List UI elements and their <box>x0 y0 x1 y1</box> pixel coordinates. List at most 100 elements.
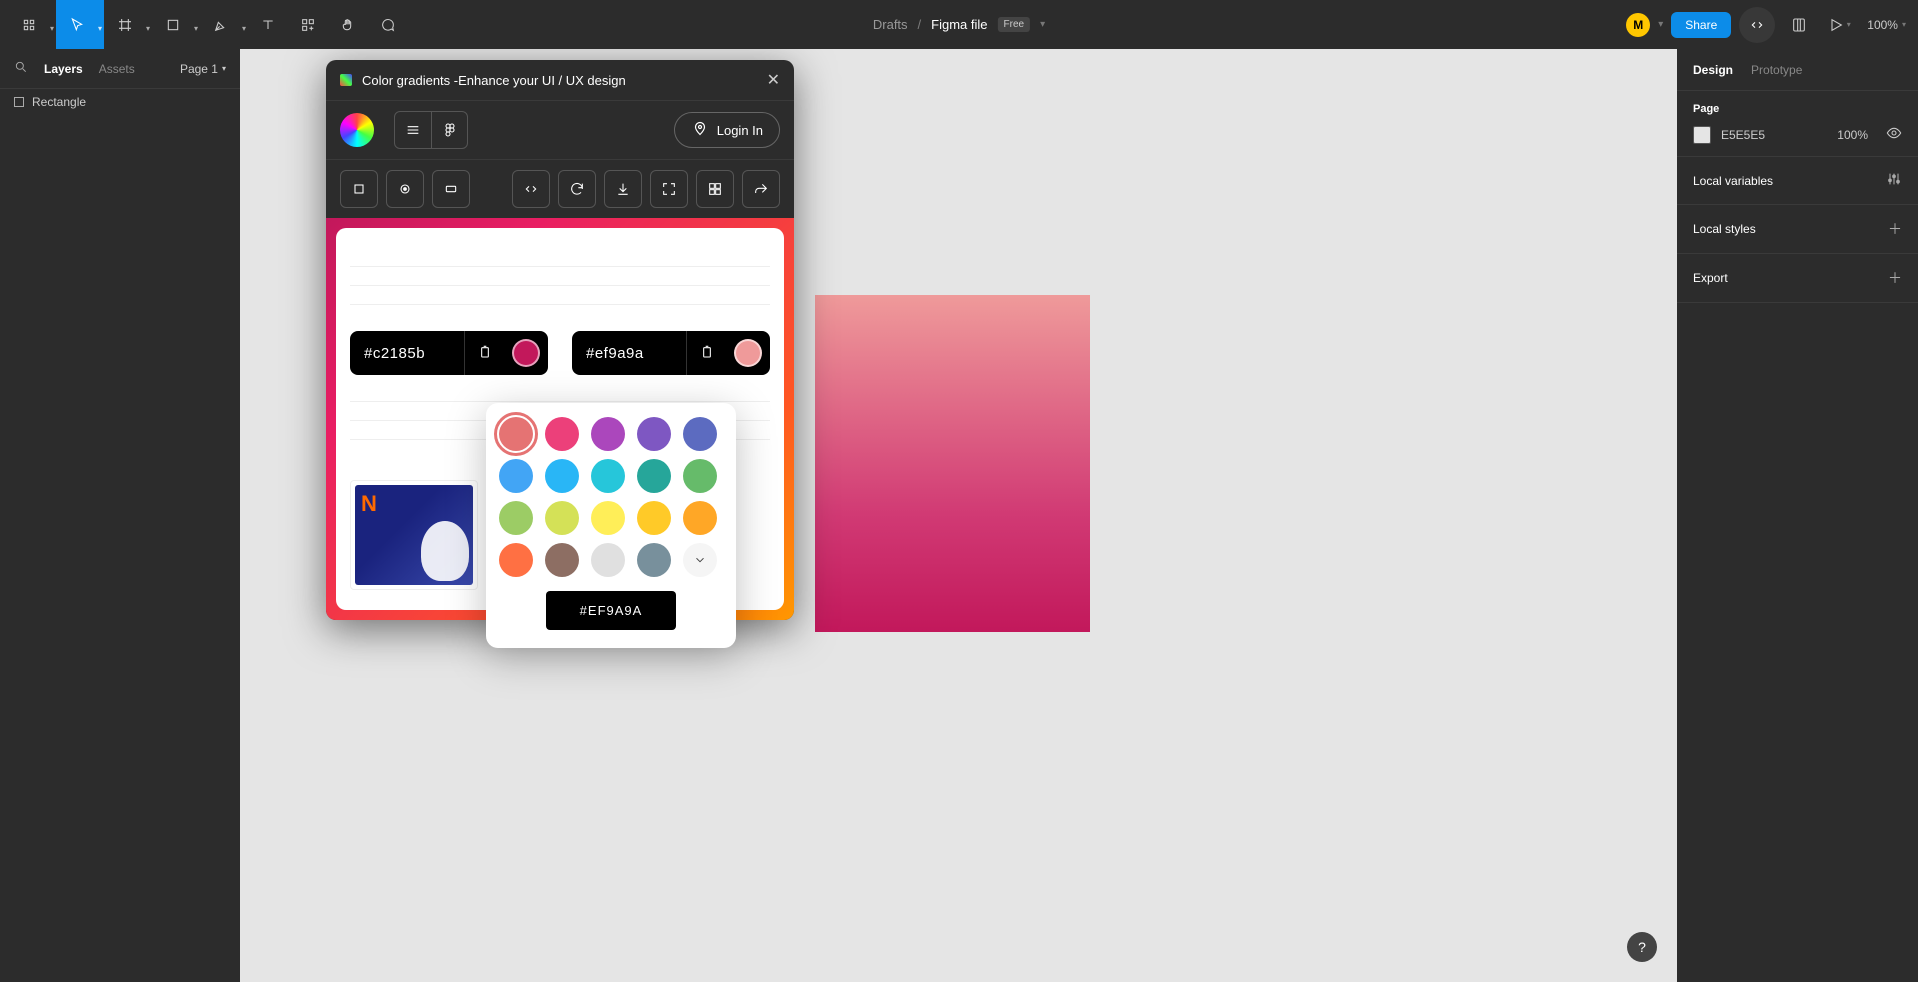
preview-thumbnail[interactable]: N <box>350 480 478 590</box>
chevron-down-icon[interactable]: ▾ <box>1040 19 1045 30</box>
color-swatch[interactable] <box>545 459 579 493</box>
settings-icon[interactable] <box>1886 171 1902 190</box>
color-swatch[interactable] <box>591 417 625 451</box>
color-swatch[interactable] <box>591 543 625 577</box>
local-variables-label: Local variables <box>1693 174 1773 188</box>
color-swatch[interactable] <box>637 501 671 535</box>
zoom-picker[interactable]: 100% ▾ <box>1863 18 1910 32</box>
preview-illustration <box>421 521 469 581</box>
layer-row[interactable]: Rectangle <box>0 89 240 115</box>
color-swatch[interactable] <box>683 459 717 493</box>
color-swatch[interactable] <box>637 417 671 451</box>
rectangle-icon <box>14 97 24 107</box>
chevron-down-icon: ▾ <box>98 24 102 33</box>
menu-toggle-button[interactable] <box>395 112 431 148</box>
chevron-down-icon: ▾ <box>242 24 246 33</box>
color-swatch[interactable] <box>545 543 579 577</box>
canvas-rectangle[interactable] <box>815 295 1090 632</box>
share-button[interactable]: Share <box>1671 12 1731 38</box>
color-swatch[interactable] <box>499 543 533 577</box>
color-swatch[interactable] <box>683 417 717 451</box>
breadcrumb: Drafts / Figma file Free ▾ <box>873 17 1045 32</box>
download-button[interactable] <box>604 170 642 208</box>
pen-tool[interactable]: ▾ <box>200 0 248 49</box>
color-swatch[interactable] <box>591 459 625 493</box>
color-swatch[interactable] <box>499 501 533 535</box>
color-swatch[interactable] <box>545 417 579 451</box>
color-dot-1[interactable] <box>512 339 540 367</box>
hex-chip-2: #ef9a9a <box>572 331 770 375</box>
add-export-button[interactable]: ＋ <box>1888 268 1902 288</box>
share-arrow-button[interactable] <box>742 170 780 208</box>
plan-badge: Free <box>998 17 1031 32</box>
copy-hex-1-button[interactable] <box>464 331 504 375</box>
tab-design[interactable]: Design <box>1693 63 1733 77</box>
plugin-window: Color gradients -Enhance your UI / UX de… <box>326 60 794 620</box>
hex-value-1[interactable]: #c2185b <box>350 345 464 362</box>
canvas[interactable]: Color gradients -Enhance your UI / UX de… <box>240 49 1677 982</box>
page-opacity-value[interactable]: 100% <box>1837 128 1868 142</box>
comment-tool[interactable] <box>368 0 408 49</box>
chevron-down-icon: ▾ <box>50 24 54 33</box>
layer-name: Rectangle <box>32 95 86 109</box>
page-picker[interactable]: Page 1 ▾ <box>180 62 226 76</box>
chevron-down-icon[interactable]: ▾ <box>1658 19 1663 30</box>
preview-logo: N <box>361 491 377 517</box>
color-swatch[interactable] <box>545 501 579 535</box>
shape-square-button[interactable] <box>340 170 378 208</box>
tab-prototype[interactable]: Prototype <box>1751 63 1802 77</box>
page-color-value[interactable]: E5E5E5 <box>1721 128 1765 142</box>
avatar[interactable]: M <box>1626 13 1650 37</box>
chevron-down-icon: ▾ <box>1847 20 1851 29</box>
frame-tool[interactable]: ▾ <box>104 0 152 49</box>
visibility-toggle[interactable] <box>1886 125 1902 144</box>
hex-chip-1: #c2185b <box>350 331 548 375</box>
copy-hex-2-button[interactable] <box>686 331 726 375</box>
shape-tool[interactable]: ▾ <box>152 0 200 49</box>
present-button[interactable]: ▾ <box>1823 9 1855 41</box>
plugin-title: Color gradients -Enhance your UI / UX de… <box>362 73 626 88</box>
plugin-logo-icon <box>340 74 352 86</box>
chevron-down-icon: ▾ <box>194 24 198 33</box>
chevron-down-icon: ▾ <box>222 64 226 73</box>
color-swatch[interactable] <box>637 459 671 493</box>
figma-mode-button[interactable] <box>431 112 467 148</box>
dev-mode-button[interactable] <box>1739 7 1775 43</box>
color-swatch[interactable] <box>683 501 717 535</box>
color-swatch-popover: #EF9A9A <box>486 403 736 648</box>
help-button[interactable]: ? <box>1627 932 1657 962</box>
library-button[interactable] <box>1783 9 1815 41</box>
selected-hex-label: #EF9A9A <box>546 591 676 630</box>
color-swatch[interactable] <box>591 501 625 535</box>
color-dot-2[interactable] <box>734 339 762 367</box>
tab-layers[interactable]: Layers <box>44 62 83 76</box>
resources-tool[interactable] <box>288 0 328 49</box>
tab-assets[interactable]: Assets <box>99 62 135 76</box>
shape-circle-button[interactable] <box>386 170 424 208</box>
refresh-button[interactable] <box>558 170 596 208</box>
search-icon[interactable] <box>14 60 28 77</box>
text-tool[interactable] <box>248 0 288 49</box>
page-color-swatch[interactable] <box>1693 126 1711 144</box>
color-swatch[interactable] <box>499 417 533 451</box>
code-button[interactable] <box>512 170 550 208</box>
close-plugin-button[interactable]: ✕ <box>767 70 780 90</box>
color-swatch[interactable] <box>499 459 533 493</box>
breadcrumb-file[interactable]: Figma file <box>931 17 987 32</box>
add-style-button[interactable]: ＋ <box>1888 219 1902 239</box>
more-colors-button[interactable] <box>683 543 717 577</box>
breadcrumb-parent[interactable]: Drafts <box>873 17 908 32</box>
color-wheel-icon[interactable] <box>340 113 374 147</box>
main-menu-button[interactable]: ▾ <box>8 0 56 49</box>
grid-button[interactable] <box>696 170 734 208</box>
page-section-title: Page <box>1693 103 1902 115</box>
hand-tool[interactable] <box>328 0 368 49</box>
color-swatch[interactable] <box>637 543 671 577</box>
chevron-down-icon: ▾ <box>1902 20 1906 29</box>
login-button[interactable]: Login In <box>674 112 780 148</box>
move-tool[interactable]: ▾ <box>56 0 104 49</box>
fullscreen-button[interactable] <box>650 170 688 208</box>
hex-value-2[interactable]: #ef9a9a <box>572 345 686 362</box>
chevron-down-icon: ▾ <box>146 24 150 33</box>
shape-button-button[interactable] <box>432 170 470 208</box>
